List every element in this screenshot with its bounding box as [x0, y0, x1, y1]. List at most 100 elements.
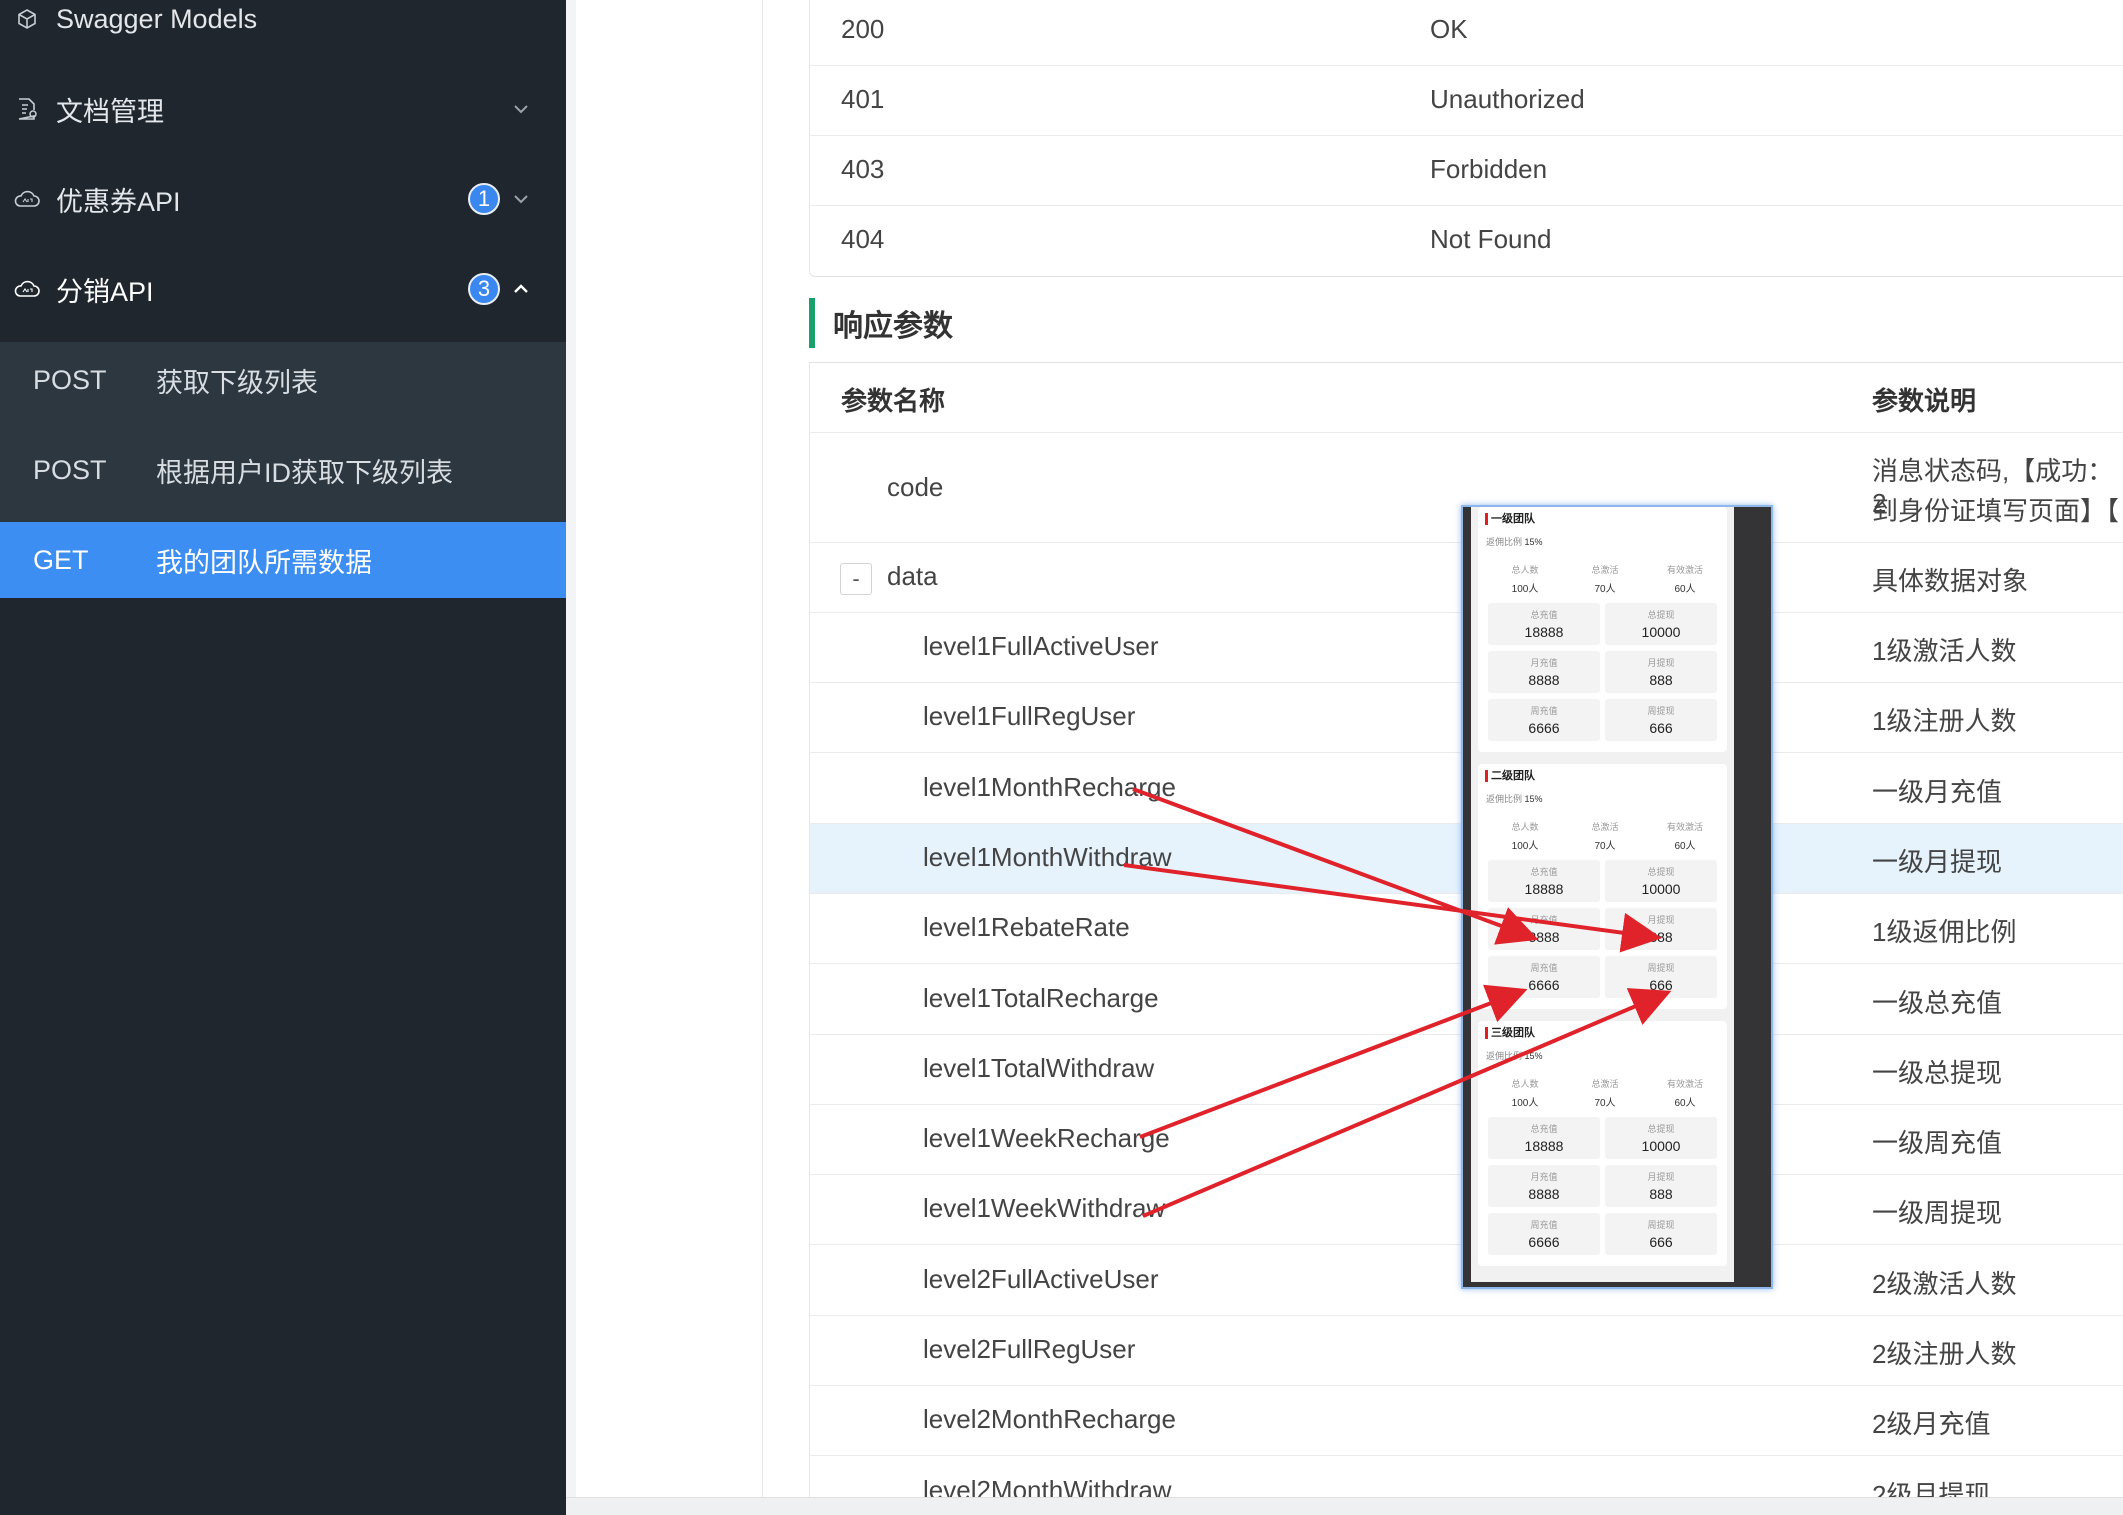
param-name: code	[887, 472, 944, 502]
chevron-down-icon[interactable]	[508, 96, 534, 122]
table-row: 404 Not Found	[810, 206, 2123, 276]
table-row: 403 Forbidden	[810, 136, 2123, 206]
param-desc: 1级注册人数	[1872, 706, 2017, 737]
cube-icon	[12, 4, 42, 34]
amount-cell: 周充值 6666	[1488, 1213, 1600, 1255]
sidebar-item-swagger-models[interactable]: Swagger Models	[0, 0, 566, 64]
team-card-list: 一级团队 返佣比例 15% 总人数 100人 总激活 70人 有效激活 60人 总充值 18888…	[1471, 507, 1734, 1282]
http-method: POST	[33, 364, 107, 395]
preview-image: 一级团队 返佣比例 15% 总人数 100人 总激活 70人 有效激活 60人 总充值 18888…	[1461, 505, 1773, 1289]
amount-cell: 月充值 8888	[1488, 908, 1600, 950]
team-title: 二级团队	[1485, 770, 1535, 782]
splitter[interactable]	[566, 0, 576, 1515]
stat-item: 总人数 100人	[1511, 1079, 1539, 1109]
param-desc: 到身份证填写页面】【	[1872, 496, 2120, 526]
count-badge: 1	[468, 183, 500, 215]
amount-cell: 月充值 8888	[1488, 651, 1600, 693]
status-desc: OK	[1430, 14, 1468, 44]
param-desc: 一级总提现	[1872, 1057, 2003, 1088]
chevron-down-icon[interactable]	[508, 186, 534, 212]
amount-cell: 总提现 10000	[1605, 603, 1717, 645]
param-name: level1RebateRate	[923, 912, 1130, 943]
param-name: level1TotalRecharge	[923, 982, 1159, 1013]
sidebar-api-item-selected[interactable]: GET 我的团队所需数据	[0, 522, 566, 598]
team-stats: 总人数 100人 总激活 70人 有效激活 60人	[1478, 820, 1727, 852]
param-name: level2MonthRecharge	[923, 1404, 1176, 1435]
sidebar-item-doc-management[interactable]: 文档管理	[0, 64, 566, 154]
sidebar: Swagger Models 文档管理 优惠券API 1 分销API 3 POS…	[0, 0, 566, 1515]
document-settings-icon	[12, 94, 42, 124]
amount-cell: 总充值 18888	[1488, 1117, 1600, 1159]
count-badge: 3	[468, 273, 500, 305]
sidebar-api-item[interactable]: POST 获取下级列表	[0, 342, 566, 418]
stat-item: 总激活 70人	[1591, 1079, 1619, 1109]
param-desc: 2级激活人数	[1872, 1268, 2017, 1299]
sidebar-item-coupon-api[interactable]: 优惠券API 1	[0, 154, 566, 244]
horizontal-scrollbar[interactable]	[566, 1497, 2123, 1515]
stat-item: 总人数 100人	[1511, 565, 1539, 595]
param-desc: 一级周充值	[1872, 1128, 2003, 1159]
team-card: 三级团队返佣比例 15% 总人数 100人 总激活 70人 有效激活 60人总充值 18888…	[1478, 1021, 1727, 1266]
team-stats: 总人数 100人 总激活 70人 有效激活 60人	[1478, 563, 1727, 595]
divider	[762, 0, 763, 1497]
status-desc: Forbidden	[1430, 154, 1548, 184]
amount-cell: 总充值 18888	[1488, 603, 1600, 645]
sidebar-item-label: 文档管理	[56, 96, 164, 127]
stat-item: 有效激活 60人	[1666, 822, 1703, 852]
param-desc: 一级总充值	[1872, 987, 2003, 1018]
sidebar-item-distribution-api[interactable]: 分销API 3	[0, 244, 566, 334]
team-card: 一级团队返佣比例 15% 总人数 100人 总激活 70人 有效激活 60人总充值 18888…	[1478, 507, 1727, 752]
amount-cell: 总提现 10000	[1605, 860, 1717, 902]
param-name: level1MonthWithdraw	[923, 841, 1172, 872]
amount-cell: 周充值 6666	[1488, 956, 1600, 998]
status-code-table: 200 OK 401 Unauthorized 403 Forbidden 40…	[809, 0, 2123, 277]
param-name: level1FullRegUser	[923, 701, 1136, 732]
cloud-api-icon	[12, 184, 42, 214]
amount-cell: 月提现 888	[1605, 1165, 1717, 1207]
chevron-up-icon[interactable]	[508, 276, 534, 302]
sidebar-item-label: Swagger Models	[56, 3, 258, 34]
http-method: POST	[33, 454, 107, 485]
team-stats: 总人数 100人 总激活 70人 有效激活 60人	[1478, 1077, 1727, 1109]
param-name: level2FullRegUser	[923, 1334, 1136, 1364]
stat-item: 总人数 100人	[1511, 822, 1539, 852]
team-title: 一级团队	[1485, 513, 1535, 525]
rebate-rate: 返佣比例 15%	[1486, 1051, 1543, 1061]
collapse-toggle[interactable]: -	[840, 563, 872, 595]
param-name: level1WeekWithdraw	[923, 1193, 1166, 1224]
table-row: level2MonthRecharge 2级月充值	[810, 1386, 2123, 1457]
stat-item: 有效激活 60人	[1666, 1079, 1703, 1109]
param-desc: 2级注册人数	[1872, 1339, 2017, 1369]
team-card: 二级团队返佣比例 15% 总人数 100人 总激活 70人 有效激活 60人总充值 18888…	[1478, 764, 1727, 1009]
amount-cell: 周充值 6666	[1488, 699, 1600, 741]
status-desc: Not Found	[1430, 224, 1552, 254]
rebate-rate: 返佣比例 15%	[1486, 794, 1543, 804]
sidebar-api-item[interactable]: POST 根据用户ID获取下级列表	[0, 432, 566, 508]
amount-cell: 总提现 10000	[1605, 1117, 1717, 1159]
amount-cell: 月提现 888	[1605, 908, 1717, 950]
param-name: level2FullActiveUser	[923, 1263, 1159, 1294]
param-name: level1MonthRecharge	[923, 771, 1176, 802]
team-title: 三级团队	[1485, 1027, 1535, 1039]
status-code: 401	[841, 84, 885, 114]
api-name: 获取下级列表	[156, 367, 318, 398]
sidebar-item-label: 分销API	[56, 276, 154, 307]
cloud-api-icon	[12, 274, 42, 304]
status-desc: Unauthorized	[1430, 84, 1585, 114]
rebate-rate: 返佣比例 15%	[1486, 537, 1543, 547]
param-desc: 2级月充值	[1872, 1409, 1991, 1440]
amount-cell: 周提现 666	[1605, 699, 1717, 741]
param-desc: 具体数据对象	[1872, 566, 2029, 596]
table-header-row: 参数名称 参数说明	[810, 363, 2123, 433]
amount-cell: 总充值 18888	[1488, 860, 1600, 902]
api-name: 根据用户ID获取下级列表	[156, 457, 453, 488]
table-row: 401 Unauthorized	[810, 66, 2123, 136]
stat-item: 有效激活 60人	[1666, 565, 1703, 595]
table-row: 200 OK	[810, 0, 2123, 66]
param-desc: 一级月充值	[1872, 776, 2003, 807]
api-name: 我的团队所需数据	[156, 547, 372, 578]
amount-cell: 周提现 666	[1605, 956, 1717, 998]
amount-cell: 月充值 8888	[1488, 1165, 1600, 1207]
status-code: 404	[841, 224, 885, 254]
sidebar-item-label: 优惠券API	[56, 186, 181, 217]
